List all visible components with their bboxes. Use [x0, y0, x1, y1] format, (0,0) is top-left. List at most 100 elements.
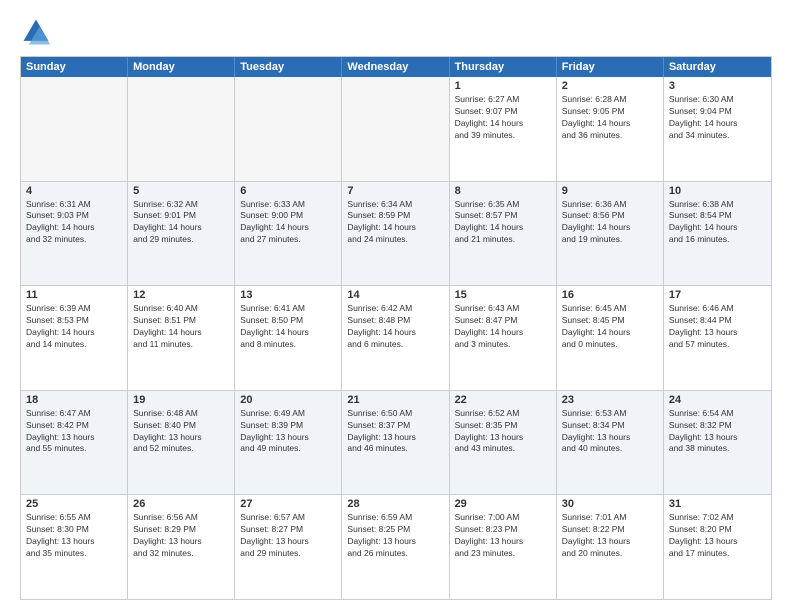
- header-cell-tuesday: Tuesday: [235, 57, 342, 77]
- day-number: 20: [240, 394, 336, 406]
- calendar-row: 25 Sunrise: 6:55 AMSunset: 8:30 PMDayligh…: [21, 494, 771, 599]
- calendar: SundayMondayTuesdayWednesdayThursdayFrid…: [20, 56, 772, 600]
- calendar-cell: 6 Sunrise: 6:33 AMSunset: 9:00 PMDaylight…: [235, 182, 342, 286]
- day-info: Sunrise: 6:28 AMSunset: 9:05 PMDaylight:…: [562, 94, 658, 142]
- day-info: Sunrise: 6:50 AMSunset: 8:37 PMDaylight:…: [347, 408, 443, 456]
- calendar-cell: 11Sunrise: 6:39 AMSunset: 8:53 PMDayligh…: [21, 286, 128, 390]
- day-number: 14: [347, 289, 443, 301]
- day-info: Sunrise: 6:45 AMSunset: 8:45 PMDaylight:…: [562, 303, 658, 351]
- day-info: Sunrise: 6:48 AMSunset: 8:40 PMDaylight:…: [133, 408, 229, 456]
- calendar-cell: 10Sunrise: 6:38 AMSunset: 8:54 PMDayligh…: [664, 182, 771, 286]
- calendar-cell: 30 Sunrise: 7:01 AMSunset: 8:22 PMDayligh…: [557, 495, 664, 599]
- calendar-cell: 14 Sunrise: 6:42 AMSunset: 8:48 PMDayligh…: [342, 286, 449, 390]
- day-info: Sunrise: 6:43 AMSunset: 8:47 PMDaylight:…: [455, 303, 551, 351]
- calendar-cell: [21, 77, 128, 181]
- calendar-cell: 17 Sunrise: 6:46 AMSunset: 8:44 PMDayligh…: [664, 286, 771, 390]
- calendar-cell: 31 Sunrise: 7:02 AMSunset: 8:20 PMDayligh…: [664, 495, 771, 599]
- day-number: 24: [669, 394, 766, 406]
- day-info: Sunrise: 6:54 AMSunset: 8:32 PMDaylight:…: [669, 408, 766, 456]
- calendar-cell: 15 Sunrise: 6:43 AMSunset: 8:47 PMDayligh…: [450, 286, 557, 390]
- calendar-row: 11Sunrise: 6:39 AMSunset: 8:53 PMDayligh…: [21, 285, 771, 390]
- day-info: Sunrise: 7:02 AMSunset: 8:20 PMDaylight:…: [669, 512, 766, 560]
- day-info: Sunrise: 6:31 AMSunset: 9:03 PMDaylight:…: [26, 199, 122, 247]
- header: [20, 16, 772, 48]
- day-number: 19: [133, 394, 229, 406]
- day-info: Sunrise: 6:32 AMSunset: 9:01 PMDaylight:…: [133, 199, 229, 247]
- calendar-cell: 20 Sunrise: 6:49 AMSunset: 8:39 PMDayligh…: [235, 391, 342, 495]
- day-number: 28: [347, 498, 443, 510]
- day-info: Sunrise: 6:30 AMSunset: 9:04 PMDaylight:…: [669, 94, 766, 142]
- day-number: 27: [240, 498, 336, 510]
- page: SundayMondayTuesdayWednesdayThursdayFrid…: [0, 0, 792, 612]
- day-info: Sunrise: 6:49 AMSunset: 8:39 PMDaylight:…: [240, 408, 336, 456]
- day-info: Sunrise: 7:01 AMSunset: 8:22 PMDaylight:…: [562, 512, 658, 560]
- calendar-cell: 8 Sunrise: 6:35 AMSunset: 8:57 PMDaylight…: [450, 182, 557, 286]
- day-number: 29: [455, 498, 551, 510]
- day-info: Sunrise: 6:40 AMSunset: 8:51 PMDaylight:…: [133, 303, 229, 351]
- day-info: Sunrise: 6:56 AMSunset: 8:29 PMDaylight:…: [133, 512, 229, 560]
- day-info: Sunrise: 6:52 AMSunset: 8:35 PMDaylight:…: [455, 408, 551, 456]
- calendar-cell: 28Sunrise: 6:59 AMSunset: 8:25 PMDayligh…: [342, 495, 449, 599]
- calendar-cell: 19 Sunrise: 6:48 AMSunset: 8:40 PMDayligh…: [128, 391, 235, 495]
- day-number: 16: [562, 289, 658, 301]
- calendar-row: 1 Sunrise: 6:27 AMSunset: 9:07 PMDaylight…: [21, 77, 771, 181]
- day-number: 25: [26, 498, 122, 510]
- day-number: 15: [455, 289, 551, 301]
- day-number: 2: [562, 80, 658, 92]
- day-info: Sunrise: 6:42 AMSunset: 8:48 PMDaylight:…: [347, 303, 443, 351]
- day-number: 8: [455, 185, 551, 197]
- day-info: Sunrise: 6:41 AMSunset: 8:50 PMDaylight:…: [240, 303, 336, 351]
- calendar-cell: [342, 77, 449, 181]
- header-cell-saturday: Saturday: [664, 57, 771, 77]
- logo-icon: [20, 16, 52, 48]
- day-info: Sunrise: 6:47 AMSunset: 8:42 PMDaylight:…: [26, 408, 122, 456]
- calendar-cell: 29Sunrise: 7:00 AMSunset: 8:23 PMDayligh…: [450, 495, 557, 599]
- calendar-cell: 5Sunrise: 6:32 AMSunset: 9:01 PMDaylight…: [128, 182, 235, 286]
- calendar-cell: 7 Sunrise: 6:34 AMSunset: 8:59 PMDaylight…: [342, 182, 449, 286]
- calendar-cell: 23 Sunrise: 6:53 AMSunset: 8:34 PMDayligh…: [557, 391, 664, 495]
- day-number: 23: [562, 394, 658, 406]
- day-number: 12: [133, 289, 229, 301]
- day-number: 30: [562, 498, 658, 510]
- calendar-row: 18Sunrise: 6:47 AMSunset: 8:42 PMDayligh…: [21, 390, 771, 495]
- calendar-cell: 24 Sunrise: 6:54 AMSunset: 8:32 PMDayligh…: [664, 391, 771, 495]
- day-info: Sunrise: 6:53 AMSunset: 8:34 PMDaylight:…: [562, 408, 658, 456]
- day-number: 21: [347, 394, 443, 406]
- calendar-cell: [235, 77, 342, 181]
- calendar-cell: 27 Sunrise: 6:57 AMSunset: 8:27 PMDayligh…: [235, 495, 342, 599]
- calendar-cell: 22 Sunrise: 6:52 AMSunset: 8:35 PMDayligh…: [450, 391, 557, 495]
- header-cell-sunday: Sunday: [21, 57, 128, 77]
- day-number: 10: [669, 185, 766, 197]
- day-info: Sunrise: 6:35 AMSunset: 8:57 PMDaylight:…: [455, 199, 551, 247]
- calendar-cell: 18Sunrise: 6:47 AMSunset: 8:42 PMDayligh…: [21, 391, 128, 495]
- day-info: Sunrise: 6:57 AMSunset: 8:27 PMDaylight:…: [240, 512, 336, 560]
- calendar-cell: 16 Sunrise: 6:45 AMSunset: 8:45 PMDayligh…: [557, 286, 664, 390]
- day-number: 1: [455, 80, 551, 92]
- calendar-cell: 21 Sunrise: 6:50 AMSunset: 8:37 PMDayligh…: [342, 391, 449, 495]
- day-info: Sunrise: 6:27 AMSunset: 9:07 PMDaylight:…: [455, 94, 551, 142]
- calendar-header: SundayMondayTuesdayWednesdayThursdayFrid…: [21, 57, 771, 77]
- day-info: Sunrise: 6:39 AMSunset: 8:53 PMDaylight:…: [26, 303, 122, 351]
- calendar-body: 1 Sunrise: 6:27 AMSunset: 9:07 PMDaylight…: [21, 77, 771, 599]
- day-info: Sunrise: 6:36 AMSunset: 8:56 PMDaylight:…: [562, 199, 658, 247]
- day-info: Sunrise: 6:33 AMSunset: 9:00 PMDaylight:…: [240, 199, 336, 247]
- day-number: 6: [240, 185, 336, 197]
- day-info: Sunrise: 6:55 AMSunset: 8:30 PMDaylight:…: [26, 512, 122, 560]
- day-info: Sunrise: 6:46 AMSunset: 8:44 PMDaylight:…: [669, 303, 766, 351]
- calendar-cell: 2 Sunrise: 6:28 AMSunset: 9:05 PMDaylight…: [557, 77, 664, 181]
- day-number: 7: [347, 185, 443, 197]
- calendar-cell: 3 Sunrise: 6:30 AMSunset: 9:04 PMDaylight…: [664, 77, 771, 181]
- calendar-row: 4 Sunrise: 6:31 AMSunset: 9:03 PMDaylight…: [21, 181, 771, 286]
- day-number: 17: [669, 289, 766, 301]
- day-number: 31: [669, 498, 766, 510]
- calendar-cell: 12 Sunrise: 6:40 AMSunset: 8:51 PMDayligh…: [128, 286, 235, 390]
- day-number: 22: [455, 394, 551, 406]
- day-info: Sunrise: 6:34 AMSunset: 8:59 PMDaylight:…: [347, 199, 443, 247]
- calendar-cell: 1 Sunrise: 6:27 AMSunset: 9:07 PMDaylight…: [450, 77, 557, 181]
- calendar-cell: 4 Sunrise: 6:31 AMSunset: 9:03 PMDaylight…: [21, 182, 128, 286]
- day-number: 3: [669, 80, 766, 92]
- day-number: 26: [133, 498, 229, 510]
- header-cell-friday: Friday: [557, 57, 664, 77]
- day-number: 4: [26, 185, 122, 197]
- header-cell-monday: Monday: [128, 57, 235, 77]
